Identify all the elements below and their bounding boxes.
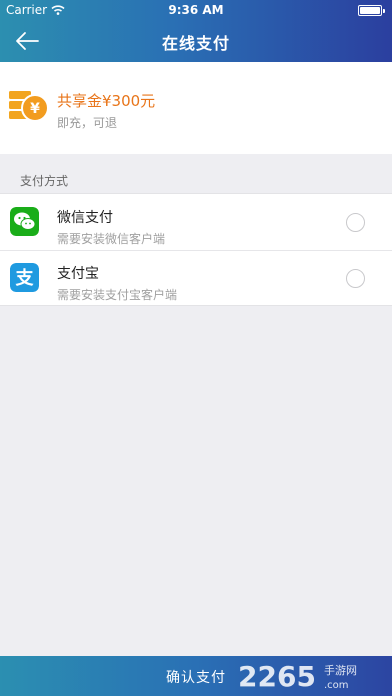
amount-subtitle: 即充，可退 xyxy=(57,116,118,130)
payment-name: 支付宝 xyxy=(57,266,99,282)
alipay-icon: 支 xyxy=(10,263,39,292)
status-bar: Carrier 9:36 AM xyxy=(0,0,392,20)
section-label-payment: 支付方式 xyxy=(20,174,69,188)
payment-option-wechat[interactable]: 微信支付 需要安装微信客户端 xyxy=(0,194,392,250)
status-time: 9:36 AM xyxy=(168,3,224,17)
watermark-logo: 2265 手游网 .com xyxy=(238,660,357,692)
radio-alipay[interactable] xyxy=(346,269,365,288)
svg-text:2265: 2265 xyxy=(238,660,316,692)
wechat-icon xyxy=(10,207,39,236)
payment-description: 需要安装支付宝客户端 xyxy=(57,288,178,302)
amount-card: ¥ 共享金¥300元 即充，可退 xyxy=(0,62,392,154)
battery-icon xyxy=(358,5,385,16)
nav-bar: 在线支付 xyxy=(0,20,392,62)
page-title: 在线支付 xyxy=(161,34,230,53)
svg-text:¥: ¥ xyxy=(30,101,40,117)
svg-text:支: 支 xyxy=(15,267,35,289)
payment-name: 微信支付 xyxy=(57,210,113,226)
coin-stack-icon: ¥ xyxy=(9,91,49,122)
payment-method-list: 微信支付 需要安装微信客户端 支 支付宝 需要安装支付宝客户端 xyxy=(0,193,392,306)
svg-text:手游网: 手游网 xyxy=(324,663,357,677)
amount-title: 共享金¥300元 xyxy=(57,92,156,110)
payment-option-alipay[interactable]: 支 支付宝 需要安装支付宝客户端 xyxy=(0,250,392,306)
confirm-payment-button[interactable]: 确认支付 2265 手游网 .com xyxy=(0,656,392,696)
header: Carrier 9:36 AM 在线支付 xyxy=(0,0,392,62)
radio-wechat[interactable] xyxy=(346,213,365,232)
payment-description: 需要安装微信客户端 xyxy=(57,232,166,246)
svg-text:.com: .com xyxy=(324,680,349,691)
